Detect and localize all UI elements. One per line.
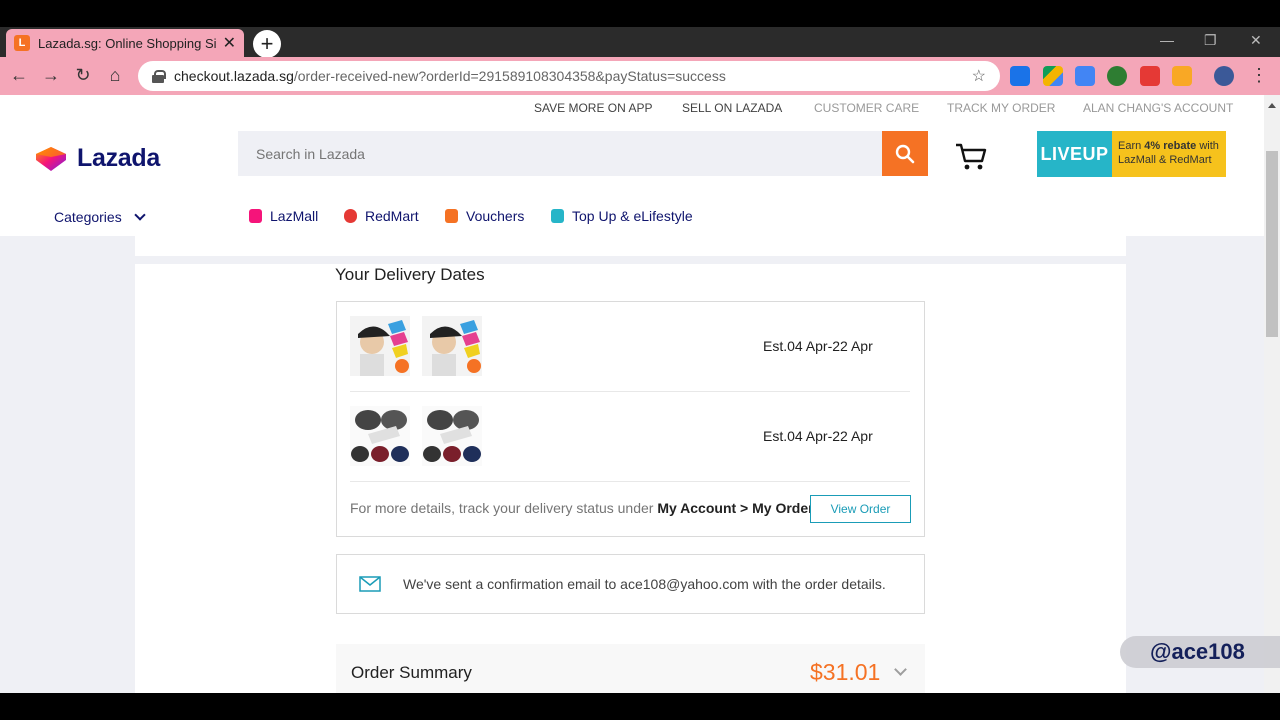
extension-icon[interactable] xyxy=(1107,66,1127,86)
categories-label: Categories xyxy=(54,209,122,225)
categories-dropdown[interactable]: Categories xyxy=(54,208,146,225)
cart-icon[interactable] xyxy=(954,141,988,171)
customer-care-link[interactable]: CUSTOMER CARE xyxy=(814,101,919,115)
product-thumbnail-mask[interactable] xyxy=(350,406,410,466)
nav-topup[interactable]: Top Up & eLifestyle xyxy=(551,208,693,224)
video-frame: L Lazada.sg: Online Shopping Sing ✕ + — … xyxy=(0,0,1280,720)
save-more-on-app-link[interactable]: SAVE MORE ON APP xyxy=(534,101,652,115)
nav-vouchers[interactable]: Vouchers xyxy=(445,208,524,224)
tab-title: Lazada.sg: Online Shopping Sing xyxy=(38,35,216,51)
content-top-section xyxy=(135,236,1126,256)
lock-icon xyxy=(152,70,166,83)
nav-redmart-label: RedMart xyxy=(365,208,419,224)
order-summary-title: Order Summary xyxy=(351,663,472,682)
chevron-down-icon[interactable] xyxy=(894,663,907,676)
mail-icon xyxy=(359,576,381,592)
lazada-header: Lazada LIVEUP Earn 4% rebate with LazMal… xyxy=(0,121,1264,236)
product-thumbnail-mask[interactable] xyxy=(422,406,482,466)
forward-icon[interactable]: → xyxy=(40,65,62,86)
voucher-icon xyxy=(445,209,458,223)
url-path: /order-received-new?orderId=291589108304… xyxy=(293,68,726,84)
product-thumbnail-cap[interactable] xyxy=(422,316,482,376)
address-bar[interactable]: checkout.lazada.sg/order-received-new?or… xyxy=(138,61,1000,91)
reload-icon[interactable]: ↻ xyxy=(72,65,94,86)
order-total-amount: $31.01 xyxy=(810,659,881,685)
browser-toolbar: ← → ↻ ⌂ checkout.lazada.sg/order-receive… xyxy=(0,57,1280,95)
category-nav: Categories LazMall RedMart Vouchers Top … xyxy=(0,201,1264,236)
my-order-path: My Account > My Order xyxy=(657,500,814,516)
bookmark-star-icon[interactable]: ☆ xyxy=(972,66,986,86)
translate-extension-icon[interactable] xyxy=(1075,66,1095,86)
nav-topup-label: Top Up & eLifestyle xyxy=(572,208,693,224)
confirmation-email-notice: We've sent a confirmation email to ace10… xyxy=(336,554,925,614)
bolt-extension-icon[interactable] xyxy=(1172,66,1192,86)
phone-topup-icon xyxy=(551,209,564,223)
window-close-icon[interactable]: ✕ xyxy=(1250,32,1262,49)
browser-tab[interactable]: L Lazada.sg: Online Shopping Sing ✕ xyxy=(6,29,244,57)
lazada-wordmark: Lazada xyxy=(77,143,160,172)
lazmall-icon xyxy=(249,209,262,223)
watermark-text: @ace108 xyxy=(1150,639,1245,664)
search-input[interactable] xyxy=(238,131,882,176)
delivery-dates-title: Your Delivery Dates xyxy=(335,265,485,284)
confirmation-email-text: We've sent a confirmation email to ace10… xyxy=(403,576,886,592)
liveup-label: LIVEUP xyxy=(1037,131,1112,177)
tab-strip: L Lazada.sg: Online Shopping Sing ✕ + — … xyxy=(0,27,1280,58)
nav-lazmall-label: LazMall xyxy=(270,208,319,224)
view-order-button[interactable]: View Order xyxy=(810,495,911,523)
delivery-item-row: Est.04 Apr-22 Apr xyxy=(350,392,910,482)
profile-avatar[interactable] xyxy=(1214,66,1234,86)
delivery-item-row: Est.04 Apr-22 Apr xyxy=(350,302,910,392)
browser-window: L Lazada.sg: Online Shopping Sing ✕ + — … xyxy=(0,27,1280,693)
track-my-order-link[interactable]: TRACK MY ORDER xyxy=(947,101,1055,115)
url-host: checkout.lazada.sg xyxy=(174,68,294,84)
redmart-icon xyxy=(344,209,357,223)
track-delivery-note: For more details, track your delivery st… xyxy=(350,500,814,516)
product-thumbnail-cap[interactable] xyxy=(350,316,410,376)
search-button[interactable] xyxy=(882,131,928,176)
section-divider xyxy=(135,256,1126,264)
liveup-banner[interactable]: LIVEUP Earn 4% rebate with LazMall & Red… xyxy=(1037,131,1226,177)
nav-redmart[interactable]: RedMart xyxy=(344,208,419,224)
scroll-up-arrow-icon[interactable] xyxy=(1268,103,1276,108)
restore-icon[interactable]: ❐ xyxy=(1204,32,1217,49)
search-icon xyxy=(895,144,915,163)
new-tab-button[interactable]: + xyxy=(253,30,281,58)
drive-extension-icon[interactable] xyxy=(1043,66,1063,86)
lazada-heart-icon xyxy=(36,147,66,171)
home-icon[interactable]: ⌂ xyxy=(104,65,126,86)
chevron-down-icon xyxy=(134,208,146,221)
account-link[interactable]: ALAN CHANG'S ACCOUNT xyxy=(1083,101,1233,115)
lazada-logo[interactable]: Lazada xyxy=(34,143,160,173)
nav-lazmall[interactable]: LazMall xyxy=(249,208,318,224)
close-icon[interactable]: ✕ xyxy=(223,33,236,53)
estimated-delivery-date: Est.04 Apr-22 Apr xyxy=(763,338,873,354)
minimize-icon[interactable]: — xyxy=(1160,32,1174,48)
liveup-promo: Earn 4% rebate with LazMall & RedMart xyxy=(1112,131,1226,177)
delivery-dates-box: Est.04 Apr-22 Apr Est.04 Apr-22 Apr For … xyxy=(336,301,925,537)
nav-vouchers-label: Vouchers xyxy=(466,208,525,224)
estimated-delivery-date: Est.04 Apr-22 Apr xyxy=(763,428,873,444)
lazada-top-links: SAVE MORE ON APP SELL ON LAZADA CUSTOMER… xyxy=(0,95,1264,121)
lazada-favicon-icon: L xyxy=(14,35,30,51)
order-summary-toggle[interactable]: Order Summary $31.01 xyxy=(336,644,925,693)
menu-dots-icon[interactable]: ⋮ xyxy=(1248,65,1270,86)
sell-on-lazada-link[interactable]: SELL ON LAZADA xyxy=(682,101,782,115)
scrollbar-thumb[interactable] xyxy=(1266,151,1278,337)
megaphone-extension-icon[interactable] xyxy=(1140,66,1160,86)
calendar-extension-icon[interactable] xyxy=(1010,66,1030,86)
back-icon[interactable]: ← xyxy=(8,65,30,86)
